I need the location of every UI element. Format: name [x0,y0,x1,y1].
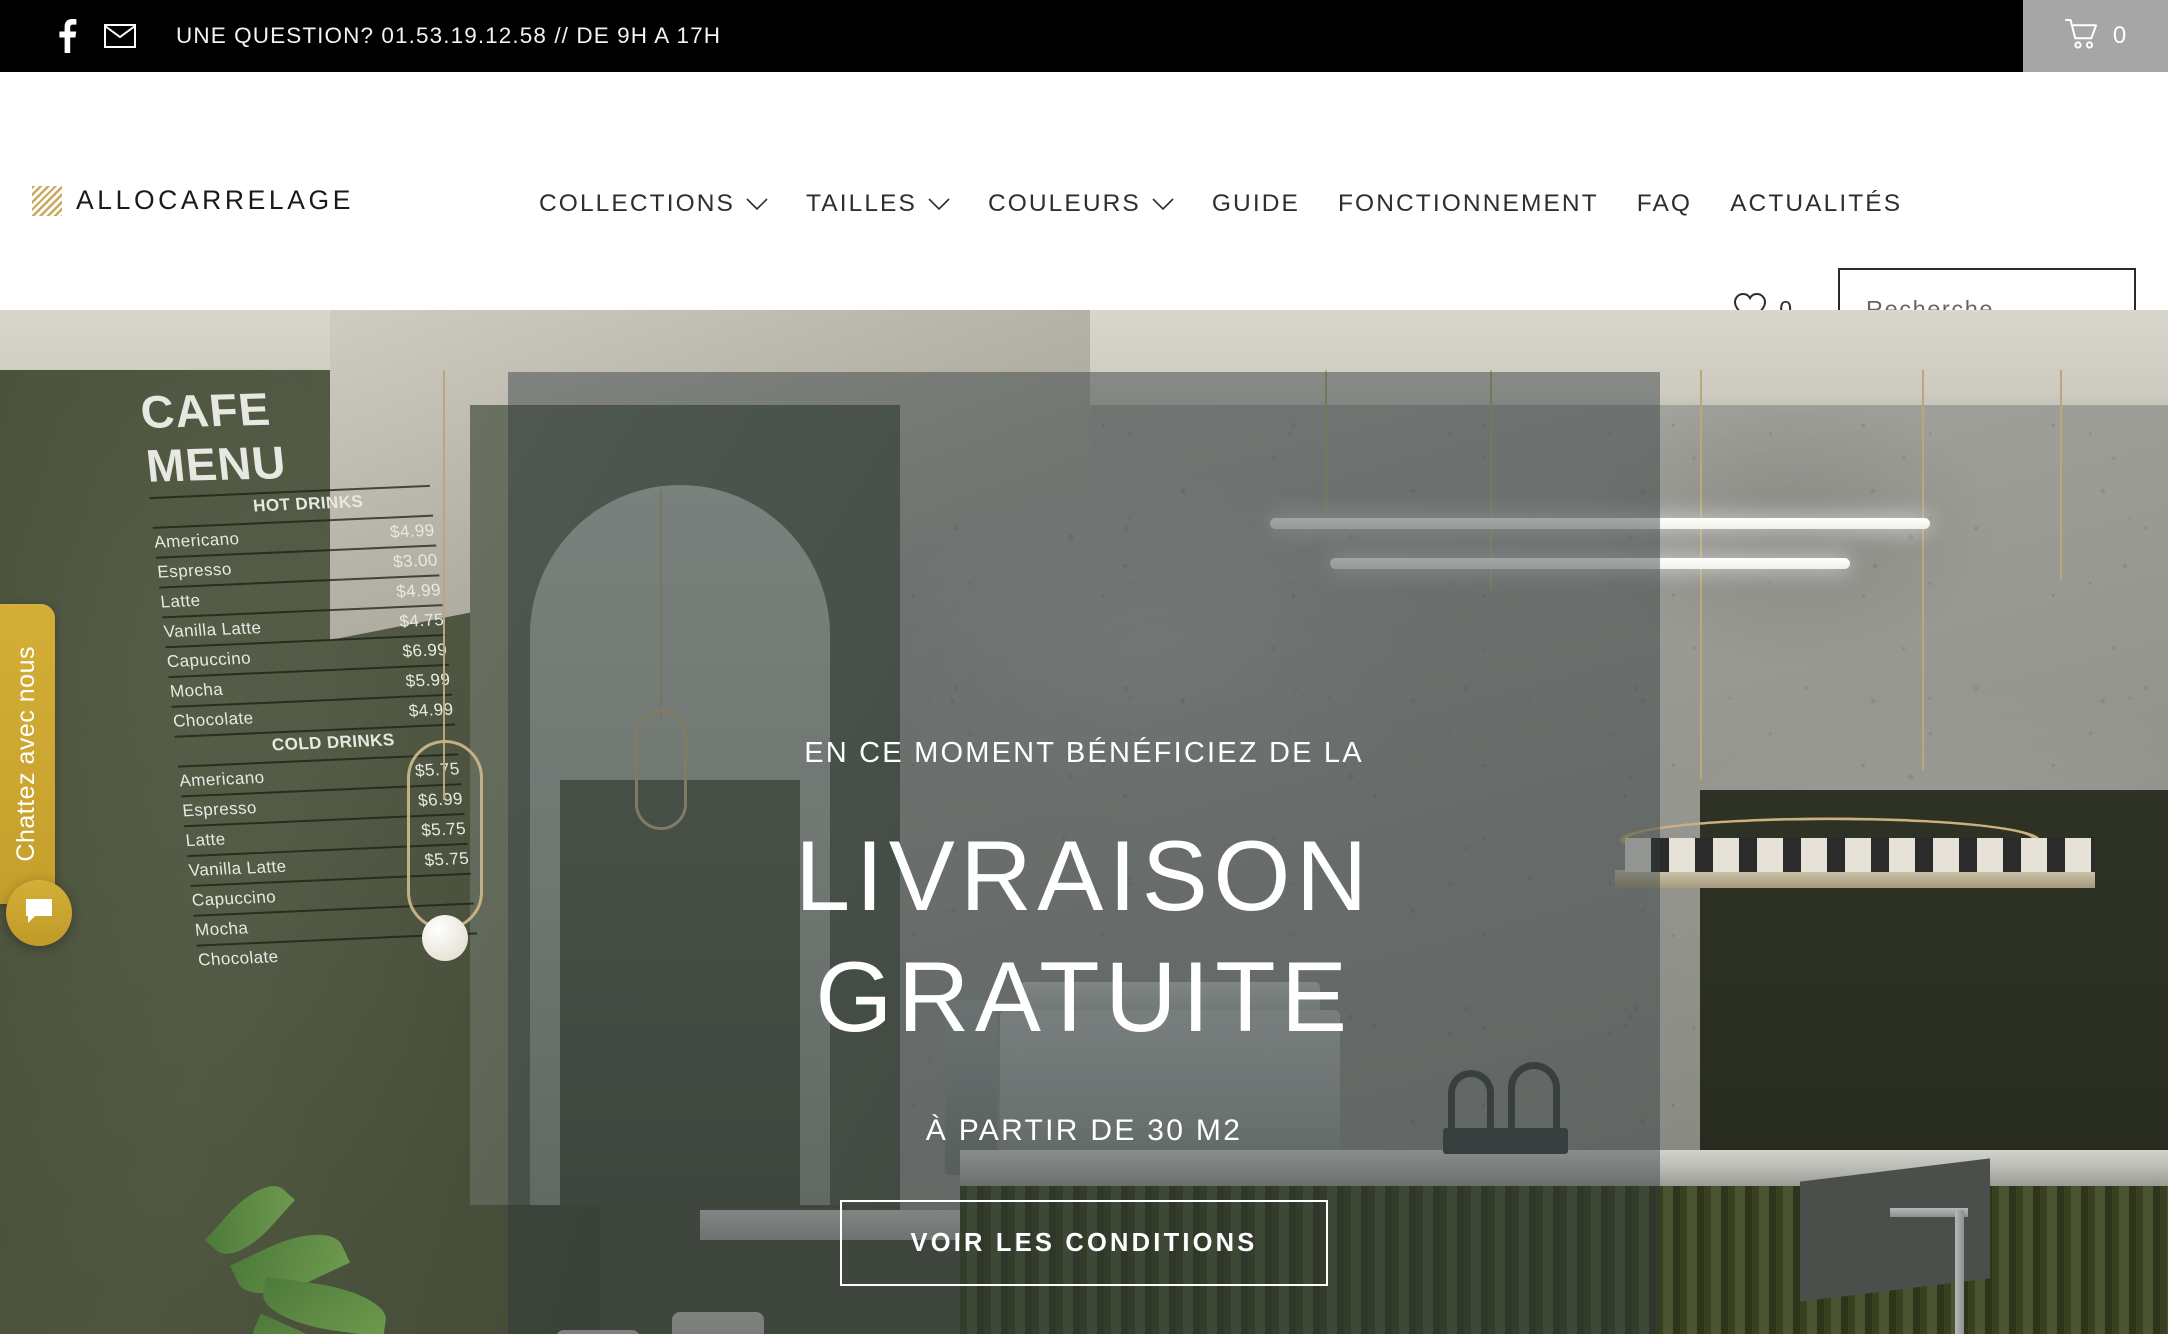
menu-item-name: Espresso [181,798,258,821]
main-navigation: COLLECTIONS TAILLES COULEURS GUIDE FONCT… [520,190,1921,218]
photo-faucet-pipe [1955,1210,1964,1334]
menu-item-name: Vanilla Latte [187,856,288,880]
photo-pendant-cord [1922,370,1924,770]
menu-item-price: $4.99 [395,580,442,602]
top-announcement-bar: UNE QUESTION? 01.53.19.12.58 // DE 9H A … [0,0,2168,72]
menu-item-name: Latte [184,829,227,851]
nav-item-collections[interactable]: COLLECTIONS [520,190,787,218]
chevron-down-icon [746,197,768,211]
nav-item-couleurs[interactable]: COULEURS [969,190,1193,218]
chat-tab-button[interactable]: Chattez avec nous [0,604,55,904]
photo-pendant-cord [2060,370,2062,580]
envelope-icon[interactable] [88,16,152,56]
logo-wordmark: ALLOCARRELAGE [76,185,355,215]
voir-les-conditions-button[interactable]: VOIR LES CONDITIONS [840,1200,1328,1286]
chat-tab-label: Chattez avec nous [11,646,40,862]
photo-shelf [1615,870,2095,888]
site-logo[interactable]: ALLOCARRELAGE [32,185,354,216]
menu-item-name: Vanilla Latte [162,618,263,642]
nav-item-tailles[interactable]: TAILLES [787,190,969,218]
chevron-down-icon [928,197,950,211]
photo-pendant-globe [422,915,468,961]
menu-item-name: Espresso [156,559,233,582]
hero-kicker: EN CE MOMENT BÉNÉFICIEZ DE LA [804,737,1364,769]
menu-item-name: Capuccino [165,648,252,672]
topbar-left-group: UNE QUESTION? 01.53.19.12.58 // DE 9H A … [0,16,721,56]
nav-item-fonctionnement[interactable]: FONCTIONNEMENT [1319,190,1618,218]
chevron-down-icon [1152,197,1174,211]
nav-item-guide[interactable]: GUIDE [1193,190,1319,218]
chat-launcher-button[interactable] [6,880,72,946]
menu-item-name: Americano [153,529,241,552]
cart-button[interactable]: 0 [2023,0,2168,72]
photo-pendant-cord [1700,370,1702,780]
menu-item-price: $4.99 [407,699,455,721]
menu-item-name: Latte [159,590,202,612]
hero-subtitle: À PARTIR DE 30 M2 [925,1114,1243,1147]
chat-bubble-icon [24,897,54,930]
menu-board-title: CAFE MENU [137,382,289,492]
menu-item-name: Mocha [194,918,250,940]
nav-item-actualites[interactable]: ACTUALITÉS [1711,190,1921,218]
nav-label-collections: COLLECTIONS [539,190,735,217]
menu-item-name: Americano [178,767,266,791]
photo-pendant-cord [443,370,445,800]
menu-item-price: $4.75 [398,610,445,631]
photo-cup-row [1625,838,2095,872]
menu-item-name: Chocolate [172,708,255,731]
tile-pattern-logo-icon [32,185,62,216]
nav-item-faq[interactable]: FAQ [1618,190,1711,218]
menu-item-name: Mocha [169,679,225,701]
hero-slider: CAFE MENU HOT DRINKS Americano $4.99 Espr… [0,310,2168,1334]
menu-item-price: $4.99 [389,520,436,542]
menu-item-name: Chocolate [197,947,280,970]
shopping-cart-icon [2064,18,2099,54]
cart-item-count: 0 [2112,22,2127,49]
nav-label-actualites: ACTUALITÉS [1730,190,1903,217]
nav-label-faq: FAQ [1636,190,1693,217]
nav-label-tailles: TAILLES [806,190,917,217]
menu-item-price: $6.99 [401,639,449,661]
menu-item-name: Capuccino [190,887,277,910]
facebook-icon[interactable] [46,16,88,56]
contact-info-text: UNE QUESTION? 01.53.19.12.58 // DE 9H A … [176,23,722,48]
site-header: ALLOCARRELAGE COLLECTIONS TAILLES COULEU… [0,72,2168,350]
photo-pendant-ring [407,740,483,930]
hero-content: EN CE MOMENT BÉNÉFICIEZ DE LA LIVRAISON … [508,372,1660,1334]
nav-label-guide: GUIDE [1211,190,1300,217]
nav-label-fonctionnement: FONCTIONNEMENT [1337,190,1599,217]
hero-title-line-2: GRATUITE [815,941,1353,1052]
nav-label-couleurs: COULEURS [987,190,1141,217]
hero-title-line-1: LIVRAISON [795,820,1373,931]
hero-title: LIVRAISON GRATUITE [795,826,1373,1046]
menu-item-price: $3.00 [392,550,439,572]
